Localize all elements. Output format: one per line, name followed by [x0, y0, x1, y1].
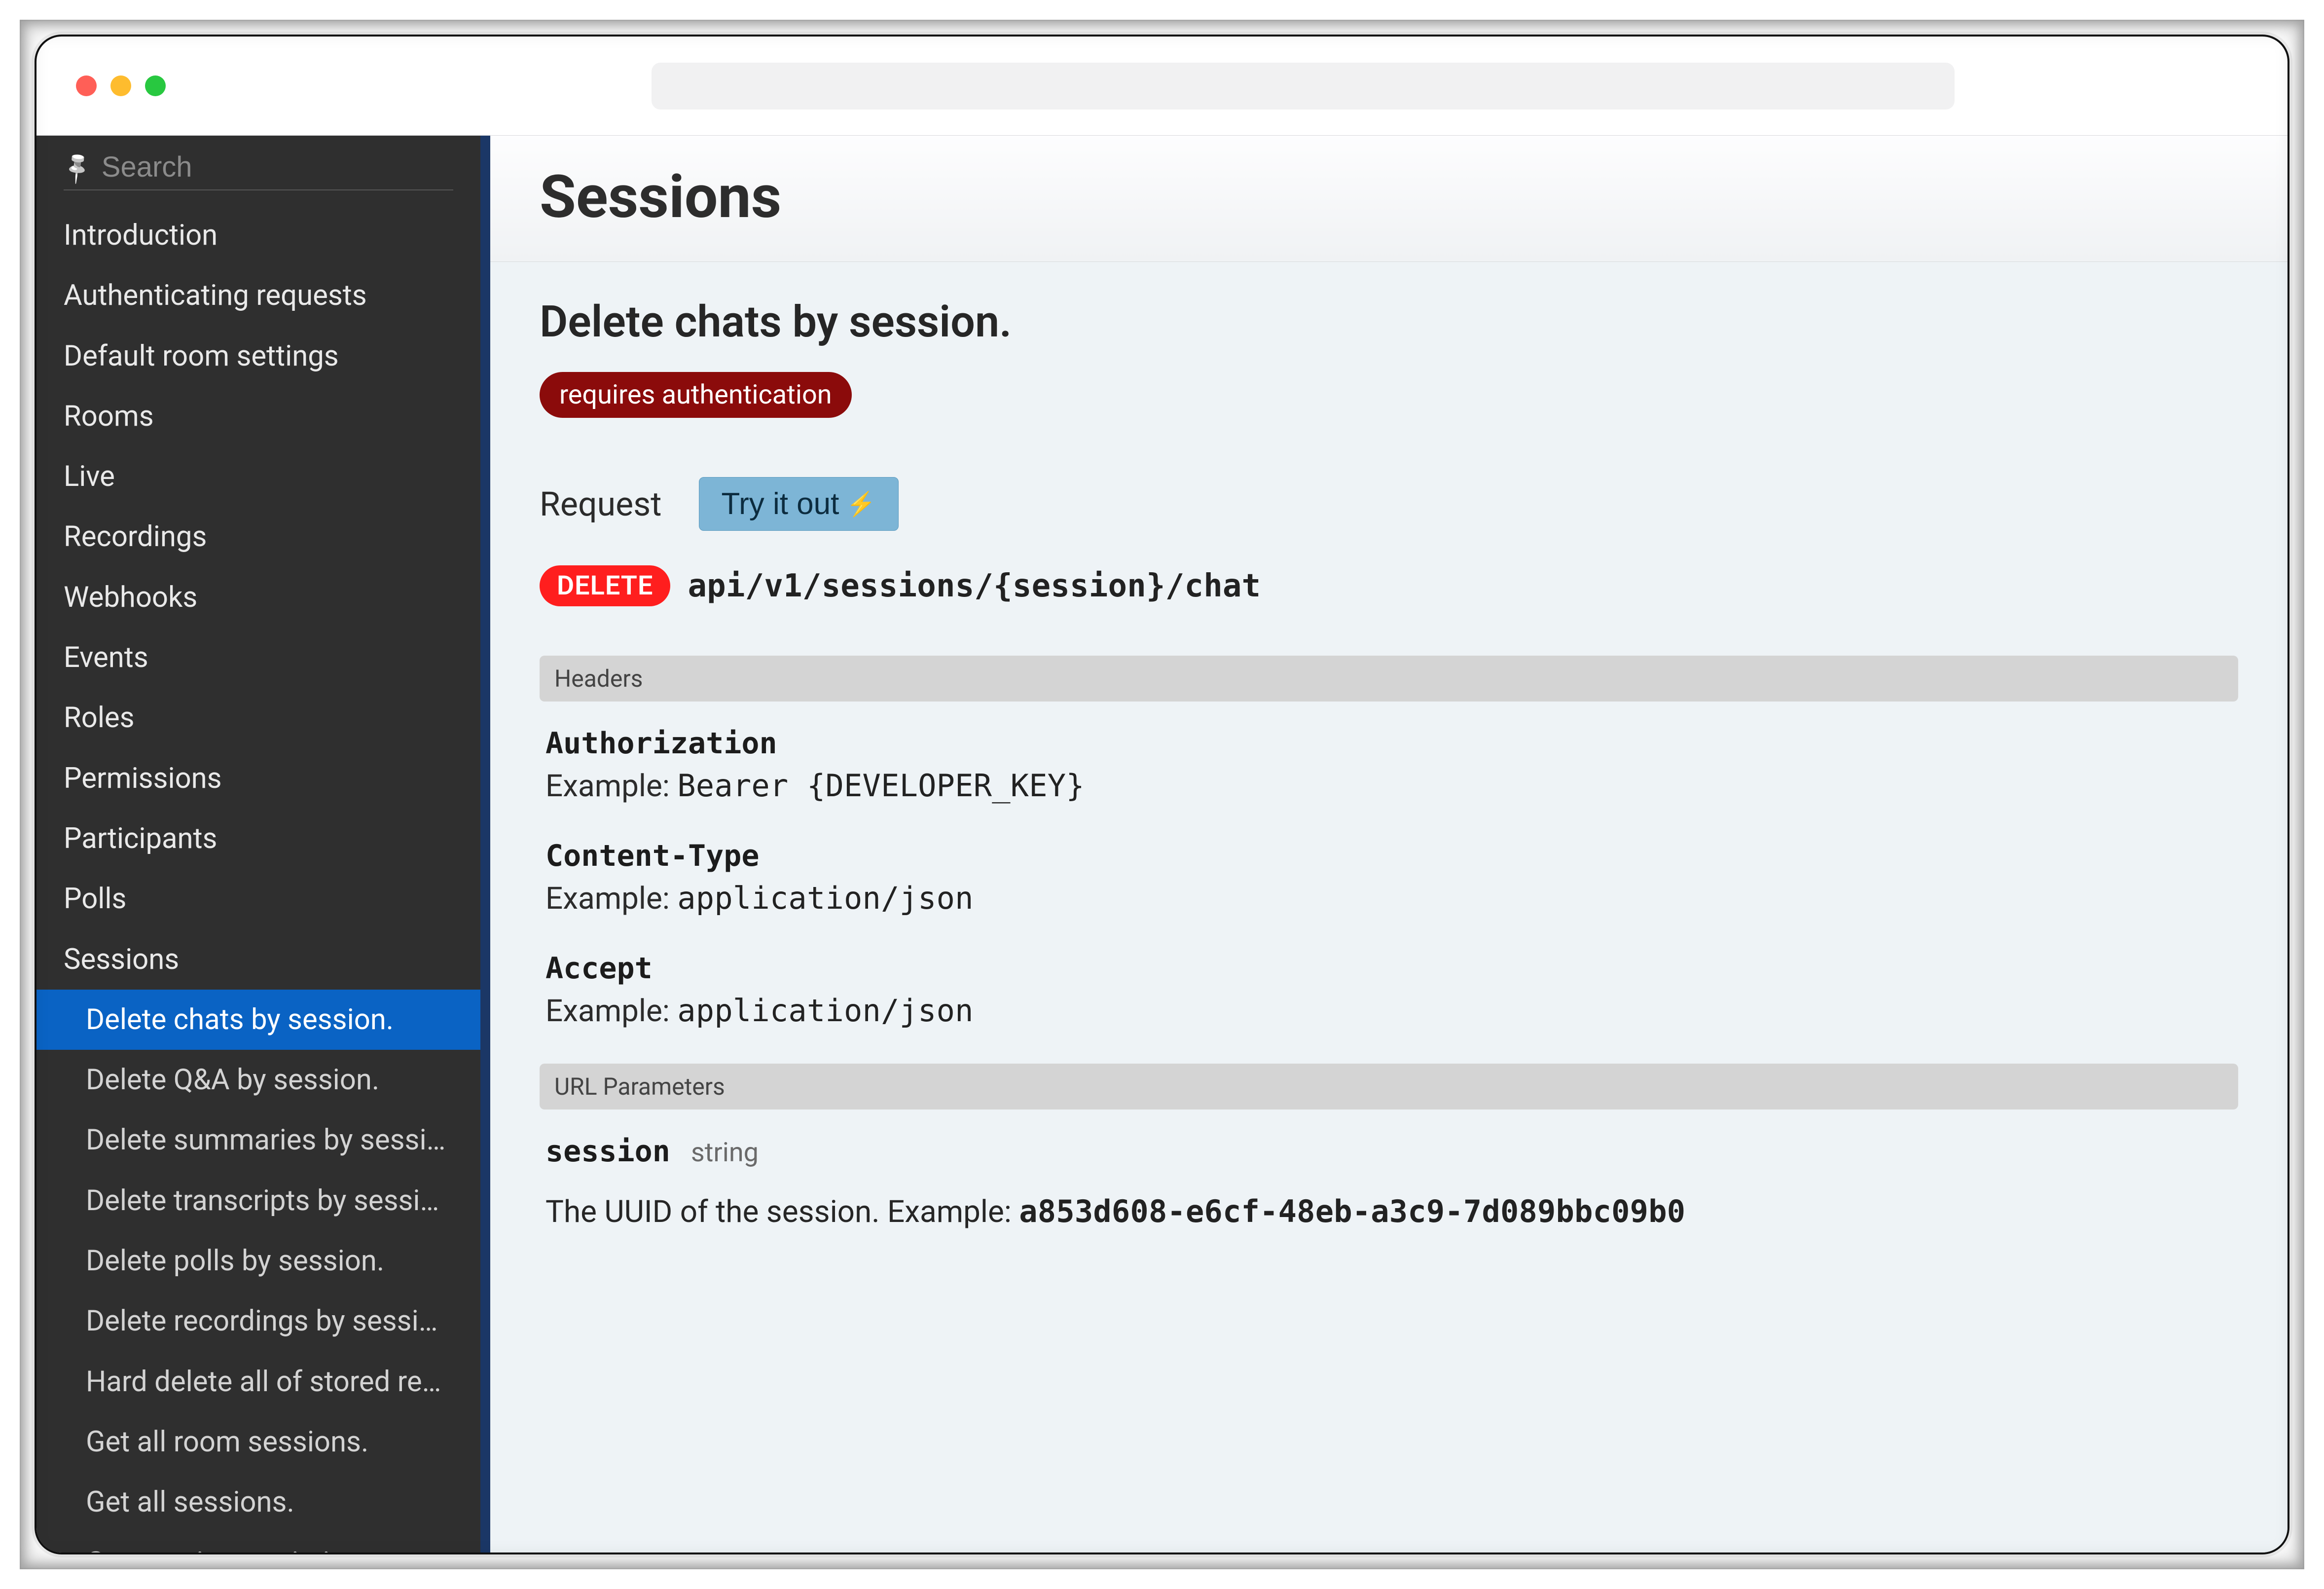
search-input[interactable] [102, 150, 473, 184]
section-url-parameters: URL Parameters [540, 1064, 2238, 1109]
sidebar-item[interactable]: Webhooks [36, 567, 480, 628]
sidebar-item[interactable]: Delete summaries by session. [36, 1110, 480, 1170]
sidebar-item[interactable]: Default room settings [36, 326, 480, 386]
sidebar-item[interactable]: Delete Q&A by session. [36, 1050, 480, 1110]
page-title-bar: Sessions [490, 136, 2288, 262]
sidebar-item[interactable]: Delete transcripts by session. [36, 1171, 480, 1231]
header-example: Example: application/json [545, 993, 2238, 1029]
header-block: Accept Example: application/json [540, 951, 2238, 1029]
try-it-out-label: Try it out [722, 486, 839, 521]
sidebar-item[interactable]: Polls [36, 869, 480, 929]
sidebar-item[interactable]: Recordings [36, 507, 480, 567]
param-type: string [691, 1137, 759, 1168]
main-content: Sessions Delete chats by session. requir… [490, 136, 2288, 1552]
endpoint-heading: Delete chats by session. [540, 296, 2238, 347]
maximize-icon[interactable] [145, 75, 166, 96]
sidebar-item[interactable]: Delete polls by session. [36, 1231, 480, 1291]
header-block: Authorization Example: Bearer {DEVELOPER_… [540, 726, 2238, 804]
auth-badge: requires authentication [540, 372, 852, 418]
sidebar: 📌 IntroductionAuthenticating requestsDef… [36, 136, 490, 1552]
sidebar-item[interactable]: Events [36, 628, 480, 688]
header-example-value: Bearer {DEVELOPER_KEY} [677, 768, 1085, 804]
header-example-value: application/json [677, 880, 973, 916]
header-name: Content-Type [545, 839, 759, 873]
param-name: session [545, 1134, 670, 1169]
sidebar-item[interactable]: Permissions [36, 748, 480, 809]
close-icon[interactable] [76, 75, 97, 96]
sidebar-item[interactable]: Get all sessions. [36, 1472, 480, 1532]
pin-icon: 📌 [59, 148, 96, 185]
header-example: Example: application/json [545, 880, 2238, 917]
header-name: Accept [545, 951, 653, 986]
sidebar-item[interactable]: Delete chats by session. [36, 990, 480, 1050]
header-block: Content-Type Example: application/json [540, 839, 2238, 917]
sidebar-item[interactable]: Participants [36, 809, 480, 869]
sidebar-item[interactable]: Rooms [36, 386, 480, 446]
http-method-badge: DELETE [540, 565, 670, 606]
sidebar-item[interactable]: Roles [36, 688, 480, 748]
titlebar [36, 37, 2288, 135]
endpoint-line: DELETE api/v1/sessions/{session}/chat [540, 565, 2238, 606]
sidebar-item[interactable]: Sessions [36, 929, 480, 990]
param-description: The UUID of the session. Example: a853d6… [545, 1189, 2238, 1234]
request-label: Request [540, 484, 662, 524]
sidebar-item[interactable]: Live [36, 446, 480, 507]
sidebar-item[interactable]: Authenticating requests [36, 265, 480, 326]
url-param-block: session string The UUID of the session. Ex… [540, 1134, 2238, 1234]
sidebar-item[interactable]: Get all room sessions. [36, 1412, 480, 1472]
sidebar-item[interactable]: Delete recordings by session. [36, 1291, 480, 1351]
sidebar-item[interactable]: Hard delete all of stored reso… [36, 1352, 480, 1412]
address-bar[interactable] [652, 63, 1955, 110]
sidebar-nav: IntroductionAuthenticating requestsDefau… [36, 205, 480, 1552]
page-title: Sessions [540, 163, 2238, 232]
divider [64, 189, 453, 190]
header-example-value: application/json [677, 993, 973, 1029]
header-name: Authorization [545, 726, 777, 761]
param-example-value: a853d608-e6cf-48eb-a3c9-7d089bbc09b0 [1019, 1193, 1685, 1229]
sidebar-item[interactable]: Get session statistics. [36, 1533, 480, 1552]
try-it-out-button[interactable]: Try it out ⚡ [699, 477, 899, 531]
browser-window: 📌 IntroductionAuthenticating requestsDef… [35, 35, 2289, 1554]
endpoint-path: api/v1/sessions/{session}/chat [688, 568, 1261, 604]
bolt-icon: ⚡ [846, 490, 876, 518]
window-controls [76, 75, 166, 96]
header-example: Example: Bearer {DEVELOPER_KEY} [545, 768, 2238, 804]
minimize-icon[interactable] [110, 75, 131, 96]
sidebar-item[interactable]: Introduction [36, 205, 480, 265]
section-headers: Headers [540, 656, 2238, 702]
